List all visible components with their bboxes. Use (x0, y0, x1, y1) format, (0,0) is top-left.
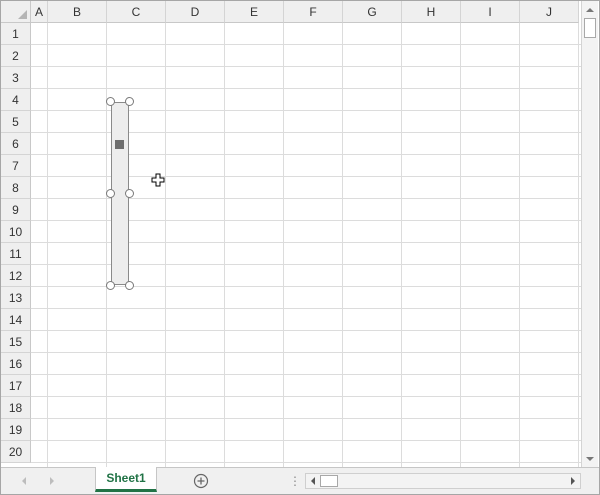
vertical-scroll-thumb[interactable] (584, 18, 596, 38)
scroll-down-button[interactable] (582, 450, 598, 467)
row-header-12[interactable]: 12 (1, 265, 31, 287)
chevron-up-icon (586, 7, 594, 12)
tab-splitter-handle[interactable]: ⋮ (289, 474, 301, 488)
scroll-left-button[interactable] (306, 474, 320, 488)
row-gridline (31, 352, 581, 353)
chevron-left-icon (22, 477, 26, 485)
resize-handle-mid-right[interactable] (125, 189, 134, 198)
column-gridline (106, 23, 107, 467)
row-gridline (31, 44, 581, 45)
column-header-h[interactable]: H (402, 1, 461, 23)
row-gridline (31, 374, 581, 375)
row-header-1[interactable]: 1 (1, 23, 31, 45)
row-gridline (31, 418, 581, 419)
worksheet-grid[interactable]: ABCDEFGHIJ 1 2 3 4 5 6 7 8 9 10 11 12 13 14 15 16 17 18 19… (1, 1, 581, 467)
chevron-right-icon (50, 477, 54, 485)
column-gridline (519, 23, 520, 467)
column-gridline (342, 23, 343, 467)
row-header-8[interactable]: 8 (1, 177, 31, 199)
horizontal-scrollbar[interactable] (305, 473, 581, 489)
row-header-19[interactable]: 19 (1, 419, 31, 441)
column-gridline (165, 23, 166, 467)
row-gridline (31, 308, 581, 309)
column-header-a[interactable]: A (31, 1, 48, 23)
row-gridline (31, 66, 581, 67)
resize-handle-bottom-right[interactable] (125, 281, 134, 290)
sheet-tab-bar: Sheet1 ⋮ (1, 467, 599, 494)
column-gridline (460, 23, 461, 467)
select-all-corner[interactable] (1, 1, 31, 23)
chevron-right-icon (571, 477, 575, 485)
row-gridline (31, 330, 581, 331)
resize-handle-top-right[interactable] (125, 97, 134, 106)
resize-handle-top-left[interactable] (106, 97, 115, 106)
row-gridline (31, 462, 581, 463)
column-header-j[interactable]: J (520, 1, 579, 23)
row-header-9[interactable]: 9 (1, 199, 31, 221)
excel-window: ABCDEFGHIJ 1 2 3 4 5 6 7 8 9 10 11 12 13 14 15 16 17 18 19… (0, 0, 600, 495)
row-header-2[interactable]: 2 (1, 45, 31, 67)
select-all-triangle-icon (18, 10, 27, 19)
next-sheet-button[interactable] (45, 474, 59, 488)
vertical-scrollbar[interactable] (581, 1, 598, 467)
row-header-16[interactable]: 16 (1, 353, 31, 375)
row-header-10[interactable]: 10 (1, 221, 31, 243)
column-gridline (47, 23, 48, 467)
row-header-17[interactable]: 17 (1, 375, 31, 397)
column-header-i[interactable]: I (461, 1, 520, 23)
prev-sheet-button[interactable] (17, 474, 31, 488)
row-header-18[interactable]: 18 (1, 397, 31, 419)
column-gridline (224, 23, 225, 467)
row-header-14[interactable]: 14 (1, 309, 31, 331)
column-header-d[interactable]: D (166, 1, 225, 23)
row-header-7[interactable]: 7 (1, 155, 31, 177)
column-gridline (283, 23, 284, 467)
row-header-13[interactable]: 13 (1, 287, 31, 309)
column-header-e[interactable]: E (225, 1, 284, 23)
row-gridline (31, 440, 581, 441)
row-header-20[interactable]: 20 (1, 441, 31, 463)
row-header-5[interactable]: 5 (1, 111, 31, 133)
row-header-3[interactable]: 3 (1, 67, 31, 89)
row-header-4[interactable]: 4 (1, 89, 31, 111)
resize-handle-bottom-left[interactable] (106, 281, 115, 290)
column-header-b[interactable]: B (48, 1, 107, 23)
chevron-left-icon (311, 477, 315, 485)
column-header-f[interactable]: F (284, 1, 343, 23)
row-header-11[interactable]: 11 (1, 243, 31, 265)
scroll-up-button[interactable] (582, 1, 598, 18)
resize-handle-mid-left[interactable] (106, 189, 115, 198)
column-gridline (401, 23, 402, 467)
form-control-thumb[interactable] (115, 140, 124, 149)
row-header-15[interactable]: 15 (1, 331, 31, 353)
row-header-6[interactable]: 6 (1, 133, 31, 155)
row-gridline (31, 396, 581, 397)
chevron-down-icon (586, 456, 594, 461)
move-cursor-icon (151, 173, 165, 187)
scroll-right-button[interactable] (566, 474, 580, 488)
sheet-tab-active[interactable]: Sheet1 (95, 467, 157, 492)
row-gridline (31, 88, 581, 89)
horizontal-scroll-thumb[interactable] (320, 475, 338, 487)
column-gridline (578, 23, 579, 467)
column-header-c[interactable]: C (107, 1, 166, 23)
column-header-g[interactable]: G (343, 1, 402, 23)
plus-circle-icon[interactable] (193, 473, 209, 489)
